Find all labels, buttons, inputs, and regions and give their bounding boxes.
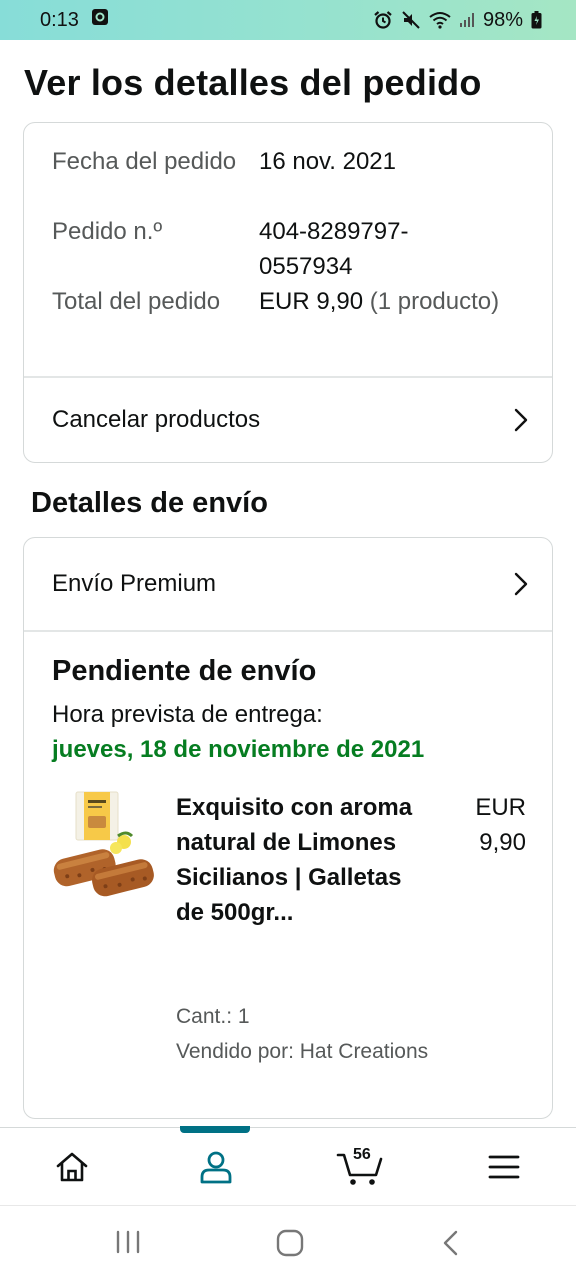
signal-icon	[459, 12, 475, 28]
order-item-count: (1 producto)	[369, 288, 500, 315]
home-system-button[interactable]	[274, 1228, 306, 1258]
page-title: Ver los detalles del pedido	[24, 62, 482, 103]
delivery-estimate-date: jueves, 18 de noviembre de 2021	[52, 736, 425, 763]
product-title-link[interactable]: Exquisito con aroma natural de Limones S…	[176, 790, 416, 930]
cancel-items-label: Cancelar productos	[52, 406, 261, 433]
product-image[interactable]	[52, 790, 158, 900]
recent-apps-icon	[116, 1230, 140, 1254]
home-circle-icon	[276, 1229, 304, 1257]
product-seller: Vendido por: Hat Creations	[176, 1040, 429, 1063]
recent-apps-button[interactable]	[112, 1228, 144, 1256]
chevron-right-icon	[514, 408, 528, 432]
notification-icon	[91, 8, 109, 32]
cart-count-badge: 56	[353, 1146, 371, 1163]
order-summary-card: Fecha del pedido 16 nov. 2021 Pedido n.º…	[23, 122, 553, 463]
mute-icon	[401, 10, 421, 30]
shipping-method-row[interactable]: Envío Premium	[24, 538, 552, 630]
home-icon	[56, 1152, 88, 1182]
back-button[interactable]	[437, 1228, 465, 1258]
status-bar: 0:13 98%	[0, 0, 576, 40]
order-total: EUR 9,90 (1 producto)	[259, 284, 539, 319]
shipment-status-title: Pendiente de envío	[52, 655, 317, 687]
product-quantity: Cant.: 1	[176, 1005, 250, 1028]
chevron-right-icon	[514, 572, 528, 596]
order-total-label: Total del pedido	[52, 288, 221, 315]
account-icon	[200, 1151, 232, 1184]
divider	[24, 630, 552, 632]
battery-level: 98%	[482, 8, 523, 31]
nav-home[interactable]	[0, 1128, 144, 1206]
order-date-label: Fecha del pedido	[52, 148, 237, 175]
battery-icon	[531, 11, 542, 29]
nav-cart[interactable]	[288, 1128, 432, 1206]
bottom-nav: 56	[0, 1126, 576, 1206]
delivery-estimate-label: Hora prevista de entrega:	[52, 701, 323, 728]
nav-menu[interactable]	[432, 1128, 576, 1206]
order-number-label: Pedido n.º	[52, 218, 163, 245]
order-number-value: 404-8289797-0557934	[259, 218, 409, 280]
back-arrow-icon	[443, 1230, 458, 1256]
shipping-details-heading: Detalles de envío	[31, 487, 268, 519]
product-price: EUR 9,90	[475, 794, 526, 856]
order-date-value: 16 nov. 2021	[259, 148, 397, 175]
status-time: 0:13	[40, 8, 79, 31]
cancel-items-row[interactable]: Cancelar productos	[24, 377, 552, 462]
system-nav-bar	[0, 1205, 576, 1280]
shipping-card: Envío Premium Pendiente de envío Hora pr…	[23, 537, 553, 1119]
wifi-icon	[429, 11, 451, 29]
shipping-method-label: Envío Premium	[52, 570, 217, 597]
menu-icon	[488, 1155, 520, 1179]
alarm-icon	[373, 10, 393, 30]
nav-account[interactable]	[144, 1128, 288, 1206]
order-total-value: EUR 9,90	[259, 288, 364, 315]
